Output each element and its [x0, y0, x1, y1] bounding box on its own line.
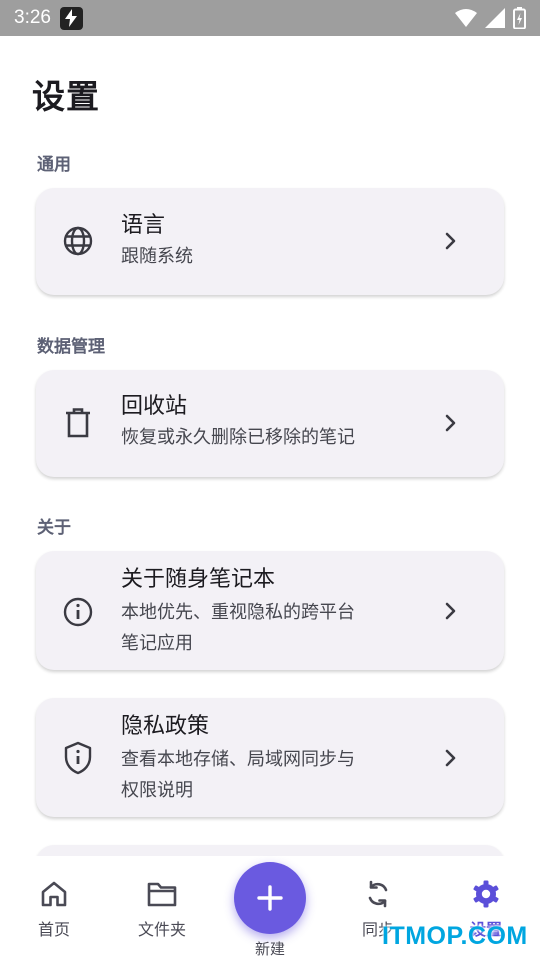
section-label-general: 通用 — [37, 155, 71, 175]
language-text: 语言 跟随系统 — [121, 211, 421, 272]
status-bar: 3:26 — [0, 0, 540, 36]
chevron-right-icon — [438, 599, 462, 623]
trash-setting[interactable]: 回收站 恢复或永久删除已移除的笔记 — [36, 370, 504, 477]
signal-icon — [485, 8, 505, 28]
new-note-label: 新建 — [254, 940, 285, 958]
privacy-policy-setting[interactable]: 隐私政策 查看本地存储、局域网同步与 权限说明 — [36, 698, 504, 817]
nav-folders-label: 文件夹 — [137, 920, 186, 939]
flash-icon — [59, 6, 83, 30]
status-time: 3:26 — [14, 7, 51, 28]
home-icon — [38, 878, 70, 910]
privacy-text: 隐私政策 查看本地存储、局域网同步与 权限说明 — [121, 712, 421, 806]
sync-icon — [362, 878, 394, 910]
nav-home-label: 首页 — [37, 920, 70, 939]
language-subtitle: 跟随系统 — [121, 246, 193, 267]
page-title: 设置 — [32, 77, 100, 116]
about-app-text: 关于随身笔记本 本地优先、重视隐私的跨平台 笔记应用 — [121, 565, 421, 659]
about-app-title: 关于随身笔记本 — [121, 567, 276, 592]
about-app-subtitle-line2: 笔记应用 — [121, 633, 193, 654]
about-app-setting[interactable]: 关于随身笔记本 本地优先、重视隐私的跨平台 笔记应用 — [36, 551, 504, 670]
section-label-data: 数据管理 — [37, 337, 105, 357]
watermark: ITMOP.COM — [382, 922, 528, 950]
info-icon — [61, 595, 95, 629]
gear-icon — [470, 878, 502, 910]
new-note-button[interactable] — [234, 862, 306, 934]
chevron-right-icon — [438, 411, 462, 435]
language-setting[interactable]: 语言 跟随系统 — [36, 188, 504, 295]
privacy-subtitle-line1: 查看本地存储、局域网同步与 — [121, 749, 355, 770]
battery-icon — [513, 7, 526, 29]
trash-text: 回收站 恢复或永久删除已移除的笔记 — [121, 392, 421, 453]
shield-icon — [61, 741, 95, 775]
plus-icon — [257, 885, 283, 911]
nav-folders[interactable]: 文件夹 — [122, 878, 202, 940]
section-label-about: 关于 — [37, 518, 71, 538]
trash-subtitle: 恢复或永久删除已移除的笔记 — [121, 427, 355, 448]
folder-icon — [146, 878, 178, 910]
globe-icon — [61, 224, 95, 258]
wifi-icon — [455, 9, 477, 27]
status-icons — [455, 7, 526, 29]
nav-home[interactable]: 首页 — [14, 878, 94, 940]
language-title: 语言 — [121, 213, 166, 238]
privacy-subtitle-line2: 权限说明 — [121, 780, 193, 801]
chevron-right-icon — [438, 229, 462, 253]
trash-title: 回收站 — [121, 394, 188, 419]
chevron-right-icon — [438, 746, 462, 770]
about-app-subtitle-line1: 本地优先、重视隐私的跨平台 — [121, 602, 355, 623]
trash-icon — [61, 406, 95, 440]
privacy-title: 隐私政策 — [121, 714, 210, 739]
settings-screen: 3:26 设置 通用 语言 跟随系统 数据管理 回收站 恢复或永久删除已移除的笔… — [0, 0, 540, 960]
